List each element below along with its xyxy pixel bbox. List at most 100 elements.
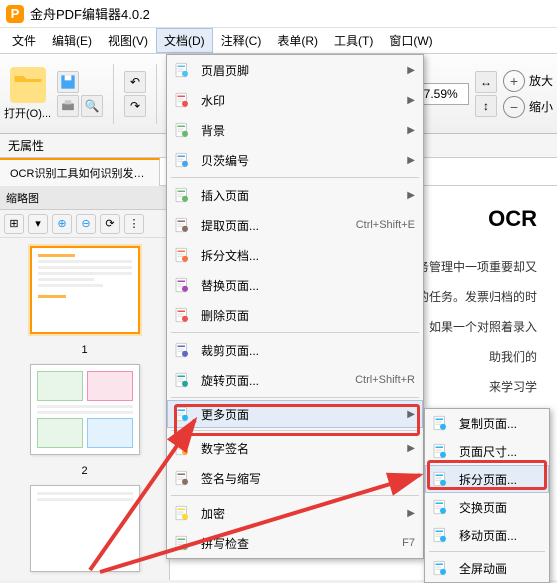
submenu-arrow-icon: ▶ — [407, 508, 415, 519]
document-tab[interactable]: OCR识别工具如何识别发票... — [0, 158, 160, 186]
submenu-item[interactable]: 交换页面 — [425, 493, 549, 521]
fit-height-icon[interactable]: ↕ — [475, 95, 497, 117]
submenu-arrow-icon: ▶ — [407, 95, 415, 106]
page-icon — [429, 557, 451, 579]
submenu-item-label: 交换页面 — [459, 499, 541, 516]
menu-item-crop[interactable]: 裁剪页面... — [167, 335, 423, 365]
menu-item-split[interactable]: 拆分文档... — [167, 240, 423, 270]
menu-window[interactable]: 窗口(W) — [381, 28, 440, 53]
menu-item-initial[interactable]: 签名与缩写 ▶ — [167, 463, 423, 493]
menu-item-label: 旋转页面... — [201, 372, 347, 389]
menu-item-label: 拆分文档... — [201, 247, 415, 264]
page-icon — [429, 524, 451, 546]
thumbnail-page[interactable] — [30, 485, 140, 572]
page-icon — [429, 440, 451, 462]
submenu-item[interactable]: 页面尺寸... — [425, 437, 549, 465]
submenu-arrow-icon: ▶ — [407, 473, 415, 484]
document-menu: 页眉页脚 ▶ 水印 ▶ 背景 ▶ 贝茨编号 ▶ 插入页面 ▶ 提取页面... C… — [166, 54, 424, 559]
submenu-item-label: 移动页面... — [459, 527, 541, 544]
more-pages-submenu: 复制页面... 页面尺寸... 拆分页面... 交换页面移动页面... 全屏动画 — [424, 408, 550, 583]
menu-item-rotate[interactable]: 旋转页面... Ctrl+Shift+R — [167, 365, 423, 395]
undo-icon[interactable]: ↶ — [124, 71, 146, 93]
thumbnail-page[interactable] — [30, 364, 140, 455]
submenu-item[interactable]: 复制页面... — [425, 409, 549, 437]
collapse-icon[interactable]: ▾ — [28, 214, 48, 234]
extract-icon — [171, 214, 193, 236]
submenu-item-label: 页面尺寸... — [459, 443, 541, 460]
zoom-in-label: 放大 — [529, 72, 553, 89]
menubar: 文件 编辑(E) 视图(V) 文档(D) 注释(C) 表单(R) 工具(T) 窗… — [0, 28, 557, 54]
zoom-out-button[interactable]: − 缩小 — [503, 96, 553, 118]
thumbnail-page[interactable] — [30, 246, 140, 334]
menu-item-spell[interactable]: 拼写检查 F7 — [167, 528, 423, 558]
menu-item-replace[interactable]: 替换页面... — [167, 270, 423, 300]
titlebar: P 金舟PDF编辑器4.0.2 — [0, 0, 557, 28]
initial-icon — [171, 467, 193, 489]
page-icon — [429, 468, 451, 490]
save-icon[interactable] — [57, 71, 79, 93]
search-icon[interactable]: 🔍 — [81, 95, 103, 117]
toolbar-open[interactable]: 打开(O)... — [4, 67, 51, 121]
page-icon — [429, 496, 451, 518]
menu-item-water[interactable]: 水印 ▶ — [167, 85, 423, 115]
zoom-in-thumb-icon[interactable]: ⊕ — [52, 214, 72, 234]
menu-view[interactable]: 视图(V) — [100, 28, 156, 53]
menu-item-insert[interactable]: 插入页面 ▶ — [167, 180, 423, 210]
menu-file[interactable]: 文件 — [4, 28, 44, 53]
zoom-in-button[interactable]: + 放大 — [503, 70, 553, 92]
menu-item-lock[interactable]: 加密 ▶ — [167, 498, 423, 528]
menu-item-more[interactable]: 更多页面 ▶ — [167, 400, 423, 428]
submenu-arrow-icon: ▶ — [407, 190, 415, 201]
insert-icon — [171, 184, 193, 206]
menu-separator — [171, 177, 419, 178]
print-icon[interactable] — [57, 95, 79, 117]
menu-item-label: 水印 — [201, 92, 407, 109]
menu-item-bates[interactable]: 贝茨编号 ▶ — [167, 145, 423, 175]
submenu-arrow-icon: ▶ — [407, 65, 415, 76]
menu-item-label: 加密 — [201, 505, 407, 522]
toolbar-separator — [113, 64, 114, 124]
app-title: 金舟PDF编辑器4.0.2 — [30, 4, 150, 23]
menu-item-extract[interactable]: 提取页面... Ctrl+Shift+E — [167, 210, 423, 240]
crop-icon — [171, 339, 193, 361]
menu-item-header[interactable]: 页眉页脚 ▶ — [167, 55, 423, 85]
menu-tools[interactable]: 工具(T) — [326, 28, 381, 53]
split-icon — [171, 244, 193, 266]
submenu-item-label: 全屏动画 — [459, 560, 541, 577]
toolbar-open-label: 打开(O)... — [4, 105, 51, 121]
zoom-out-thumb-icon[interactable]: ⊖ — [76, 214, 96, 234]
rotate-thumb-icon[interactable]: ⟳ — [100, 214, 120, 234]
submenu-item-label: 拆分页面... — [459, 471, 541, 488]
redo-icon[interactable]: ↷ — [124, 95, 146, 117]
menu-shortcut: Ctrl+Shift+R — [355, 374, 415, 386]
menu-separator — [171, 495, 419, 496]
menu-item-sign[interactable]: 数字签名 ▶ — [167, 433, 423, 463]
header-icon — [171, 59, 193, 81]
rotate-icon — [171, 369, 193, 391]
fit-width-icon[interactable]: ↔ — [475, 71, 497, 93]
menu-form[interactable]: 表单(R) — [269, 28, 326, 53]
bates-icon — [171, 149, 193, 171]
menu-item-label: 贝茨编号 — [201, 152, 407, 169]
delete-icon — [171, 304, 193, 326]
menu-item-bg[interactable]: 背景 ▶ — [167, 115, 423, 145]
menu-separator — [171, 332, 419, 333]
menu-item-label: 数字签名 — [201, 440, 407, 457]
lock-icon — [171, 502, 193, 524]
bg-icon — [171, 119, 193, 141]
menu-document[interactable]: 文档(D) — [156, 28, 213, 53]
submenu-item[interactable]: 全屏动画 — [425, 554, 549, 582]
app-logo: P — [6, 5, 24, 23]
menu-comment[interactable]: 注释(C) — [213, 28, 270, 53]
submenu-arrow-icon: ▶ — [407, 409, 415, 420]
expand-icon[interactable]: ⊞ — [4, 214, 24, 234]
submenu-item[interactable]: 拆分页面... — [425, 465, 549, 493]
options-icon[interactable]: ⋮ — [124, 214, 144, 234]
sidebar: 缩略图 ⊞ ▾ ⊕ ⊖ ⟳ ⋮ 1 — [0, 186, 170, 580]
submenu-item[interactable]: 移动页面... — [425, 521, 549, 549]
menu-edit[interactable]: 编辑(E) — [44, 28, 100, 53]
menu-item-delete[interactable]: 删除页面 — [167, 300, 423, 330]
menu-item-label: 裁剪页面... — [201, 342, 415, 359]
submenu-arrow-icon: ▶ — [407, 155, 415, 166]
thumbnails: 1 2 — [0, 238, 169, 580]
